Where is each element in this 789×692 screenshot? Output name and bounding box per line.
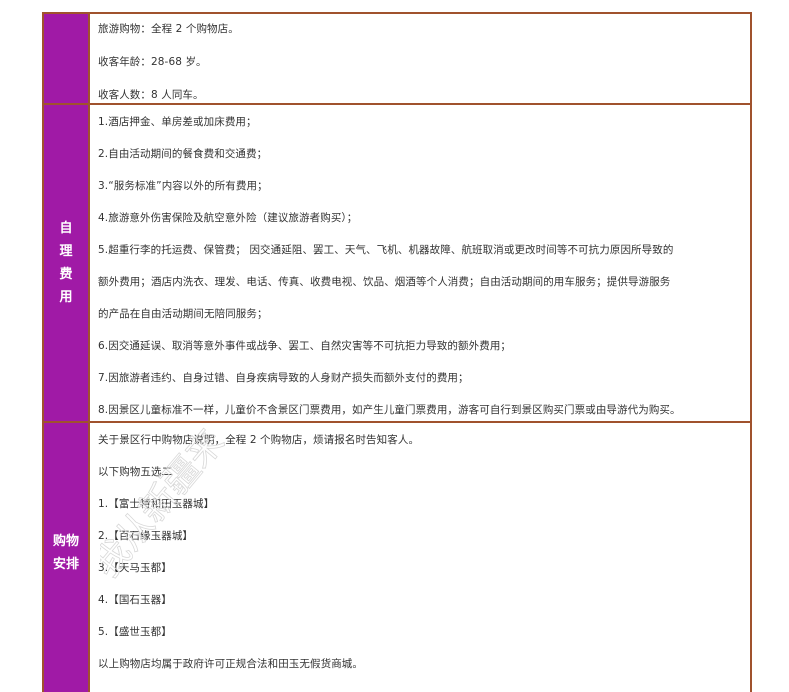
list-item: 7.因旅游者违约、自身过错、自身疾病导致的人身财产损失而额外支付的费用； bbox=[98, 372, 469, 384]
list-item: 5.超重行李的托运费、保管费； 因交通延阻、罢工、天气、飞机、机器故障、航班取消… bbox=[98, 244, 674, 256]
group-size: 收客人数：8 人同车。 bbox=[98, 89, 204, 101]
row-label-text: 自 理 费 用 bbox=[59, 217, 72, 309]
list-item: 的产品在自由活动期间无陪同服务； bbox=[98, 308, 268, 320]
row-label bbox=[44, 14, 90, 103]
list-item: 2.【百石缘玉器城】 bbox=[98, 530, 194, 542]
list-item: 关于景区行中购物店说明，全程 2 个购物店，烦请报名时告知客人。 bbox=[98, 434, 420, 446]
list-item: 8.因景区儿童标准不一样，儿童价不含景区门票费用，如产生儿童门票费用，游客可自行… bbox=[98, 404, 681, 416]
row-content: 旅游购物：全程 2 个购物店。 收客年龄：28-68 岁。 收客人数：8 人同车… bbox=[90, 14, 750, 103]
list-item: 2.自由活动期间的餐食费和交通费； bbox=[98, 148, 268, 160]
list-item: 6.因交通延误、取消等意外事件或战争、罢工、自然灾害等不可抗拒力导致的额外费用； bbox=[98, 340, 512, 352]
list-item: 4.旅游意外伤害保险及航空意外险（建议旅游者购买）； bbox=[98, 212, 358, 224]
label-char: 用 bbox=[59, 290, 73, 305]
label-char: 自 bbox=[59, 221, 73, 236]
row-content: 1.酒店押金、单房差或加床费用； 2.自由活动期间的餐食费和交通费； 3.“服务… bbox=[90, 105, 750, 421]
list-item: 5.【盛世玉都】 bbox=[98, 626, 172, 638]
table-row-shopping: 购物 安排 关于景区行中购物店说明，全程 2 个购物店，烦请报名时告知客人。 以… bbox=[44, 421, 750, 692]
list-item: 额外费用；酒店内洗衣、理发、电话、传真、收费电视、饮品、烟酒等个人消费；自由活动… bbox=[98, 276, 671, 288]
label-line: 安排 bbox=[52, 557, 79, 572]
table-row: 旅游购物：全程 2 个购物店。 收客年龄：28-68 岁。 收客人数：8 人同车… bbox=[44, 12, 750, 103]
row-label-text: 购物 安排 bbox=[53, 530, 79, 576]
row-label: 自 理 费 用 bbox=[44, 105, 90, 421]
list-item: 以下购物五选二 bbox=[98, 466, 173, 478]
list-item: 4.【国石玉器】 bbox=[98, 594, 172, 606]
shopping-summary: 旅游购物：全程 2 个购物店。 bbox=[98, 23, 239, 35]
label-line: 购物 bbox=[52, 534, 79, 549]
list-item: 1.【富士特和田玉器城】 bbox=[98, 498, 215, 510]
label-char: 理 bbox=[59, 244, 73, 259]
list-item: 1.酒店押金、单房差或加床费用； bbox=[98, 116, 257, 128]
age-range: 收客年龄：28-68 岁。 bbox=[98, 56, 207, 68]
list-item: 3.【天马玉都】 bbox=[98, 562, 172, 574]
list-item: 3.“服务标准”内容以外的所有费用； bbox=[98, 180, 268, 192]
itinerary-table: 旅游购物：全程 2 个购物店。 收客年龄：28-68 岁。 收客人数：8 人同车… bbox=[42, 12, 752, 692]
row-content: 关于景区行中购物店说明，全程 2 个购物店，烦请报名时告知客人。 以下购物五选二… bbox=[90, 423, 750, 692]
table-row-self-paid-costs: 自 理 费 用 1.酒店押金、单房差或加床费用； 2.自由活动期间的餐食费和交通… bbox=[44, 103, 750, 421]
row-label: 购物 安排 bbox=[44, 423, 90, 692]
label-char: 费 bbox=[59, 267, 73, 282]
